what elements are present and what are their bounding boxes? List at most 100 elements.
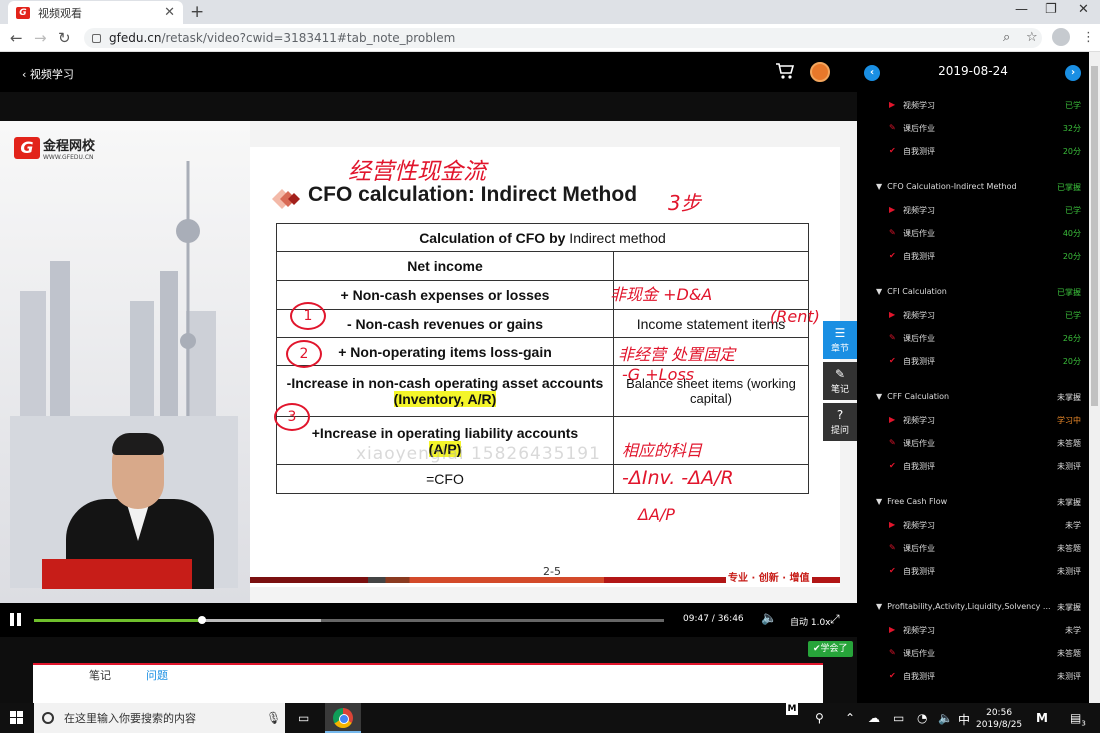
onedrive-icon[interactable]: ☁ [868,711,880,725]
notifications-icon[interactable]: ▤3 [1070,711,1086,727]
course-item[interactable]: ✔ 自我测评 未测评 [889,566,1081,577]
item-status: 已学 [1065,311,1081,320]
ask-question-button[interactable]: ? 提问 [823,403,857,441]
cart-icon[interactable] [775,62,795,80]
list-icon: ☰ [834,326,846,340]
section-status: 未掌握 [1057,498,1081,507]
pause-icon[interactable] [10,613,22,626]
item-label: 自我测评 [903,672,935,681]
fullscreen-icon[interactable]: ⤢ [830,612,840,627]
mark-learned-button[interactable]: ✔学会了 [808,641,853,657]
annotation-delta-inv-ar: -ΔInv. -ΔA/R [622,467,734,489]
row-cfo: =CFO [276,464,614,494]
url-field[interactable]: gfedu.cn/retask/video?cwid=3183411#tab_n… [84,28,1042,48]
speaker-icon[interactable]: 🔈 [938,711,953,725]
logo-mark: G [14,137,40,159]
course-item[interactable]: ✔ 自我测评 未测评 [889,461,1081,472]
course-section[interactable]: ▼ CFI Calculation 已掌握 [876,287,1081,298]
panel-scrollbar[interactable] [1089,52,1100,703]
zoom-icon[interactable]: ⌕ [1003,30,1010,45]
profile-avatar-icon[interactable] [1052,28,1070,46]
course-item[interactable]: ✎ 课后作业 26分 [889,333,1081,344]
taskbar-clock[interactable]: 20:56 2019/8/25 [976,707,1022,731]
course-item[interactable]: ✔ 自我测评 未测评 [889,671,1081,682]
course-item[interactable]: ✎ 课后作业 32分 [889,123,1081,134]
course-item[interactable]: ▶ 视频学习 未学 [889,625,1081,636]
back-to-video-list-link[interactable]: ‹ 视频学习 [22,66,74,82]
collapse-triangle-icon: ▼ [876,602,883,611]
section-title: Profitability,Activity,Liquidity,Solvenc… [887,602,1051,611]
notes-button[interactable]: ✎ 笔记 [823,362,857,400]
slide-page-number: 2-5 [543,565,561,578]
homework-icon: ✎ [889,648,896,657]
item-status: 未测评 [1057,567,1081,576]
course-item[interactable]: ✔ 自我测评 20分 [889,356,1081,367]
tab-close-icon[interactable]: ✕ [164,5,175,20]
course-section[interactable]: ▼ CFO Calculation-Indirect Method 已掌握 [876,182,1081,193]
forward-arrow-icon[interactable]: → [34,29,47,47]
network-icon[interactable]: ◔ [917,711,927,725]
reload-icon[interactable]: ↻ [58,29,71,47]
course-item[interactable]: ▶ 视频学习 已学 [889,205,1081,216]
row-right-cell [613,251,809,281]
ime-indicator[interactable]: 中 [958,711,970,728]
next-date-button[interactable]: › [1065,65,1081,81]
presenter-hair [112,433,164,455]
lock-icon [92,33,101,43]
battery-icon[interactable]: ▭ [893,711,904,725]
item-status: 未学 [1065,521,1081,530]
lecture-slide: 经营性现金流 CFO calculation: Indirect Method … [250,147,840,587]
item-status: 已学 [1065,206,1081,215]
restore-icon[interactable]: ❐ [1045,2,1057,17]
user-avatar[interactable] [810,62,830,82]
course-item[interactable]: ▶ 视频学习 已学 [889,310,1081,321]
window-close-icon[interactable]: ✕ [1078,2,1089,17]
windows-start-icon[interactable] [10,711,24,725]
annotation-gain-loss: -G +Loss [622,365,695,384]
item-label: 自我测评 [903,147,935,156]
taskbar-search[interactable]: 在这里输入你要搜索的内容 🎙 [34,703,285,733]
video-icon: ▶ [889,100,896,109]
item-label: 视频学习 [903,521,935,530]
course-item[interactable]: ▶ 视频学习 已学 [889,100,1081,111]
course-item[interactable]: ✎ 课后作业 未答题 [889,648,1081,659]
bookmark-star-icon[interactable]: ☆ [1026,30,1038,45]
browser-menu-icon[interactable]: ⋮ [1082,30,1095,45]
app-tray-icon[interactable]: M [1036,711,1048,725]
microphone-icon[interactable]: 🎙 [266,711,281,725]
annotation-nonoperating: 非经营 处置固定 [618,345,736,364]
new-tab-icon[interactable]: + [190,2,204,22]
item-label: 自我测评 [903,357,935,366]
volume-icon[interactable]: 🔈 [761,611,777,626]
people-icon[interactable]: ⚲ [815,711,824,725]
tray-expand-icon[interactable]: ⌃ [845,711,855,725]
minimize-icon[interactable]: — [1015,2,1028,17]
m-tray-icon[interactable]: M [786,703,798,715]
handwritten-note-top: 经营性现金流 [348,159,486,185]
chapters-button[interactable]: ☰ 章节 [823,321,857,359]
course-item[interactable]: ▶ 视频学习 未学 [889,520,1081,531]
tab-questions[interactable]: 问题 [146,667,168,683]
course-item[interactable]: ▶ 视频学习 学习中 [889,415,1081,426]
back-arrow-icon[interactable]: ← [10,29,23,47]
course-item[interactable]: ✎ 课后作业 未答题 [889,438,1081,449]
course-item[interactable]: ✔ 自我测评 20分 [889,146,1081,157]
course-item[interactable]: ✎ 课后作业 40分 [889,228,1081,239]
progress-knob[interactable] [197,616,206,624]
browser-tab[interactable]: G 视频观看 ✕ [8,1,183,24]
task-view-icon[interactable]: ▭ [298,711,309,725]
course-item[interactable]: ✔ 自我测评 20分 [889,251,1081,262]
below-player-area: ✔学会了 笔记 问题 [0,637,857,703]
course-section[interactable]: ▼ CFF Calculation 未掌握 [876,392,1081,403]
video-frame[interactable]: G 金程网校 WWW.GFEDU.CN 经营性现金流 CFO calculati… [0,121,857,603]
item-status: 未答题 [1057,544,1081,553]
course-section[interactable]: ▼ Free Cash Flow 未掌握 [876,497,1081,508]
chapters-label: 章节 [830,344,849,354]
scrollbar-thumb[interactable] [1091,66,1098,406]
course-section[interactable]: ▼ Profitability,Activity,Liquidity,Solven… [876,602,1081,613]
progress-bar[interactable] [34,616,664,624]
tab-notes[interactable]: 笔记 [89,667,111,683]
table-row: + Non-cash expenses or losses [276,280,809,310]
course-item[interactable]: ✎ 课后作业 未答题 [889,543,1081,554]
quality-speed-select[interactable]: 自动 1.0x [790,615,831,628]
